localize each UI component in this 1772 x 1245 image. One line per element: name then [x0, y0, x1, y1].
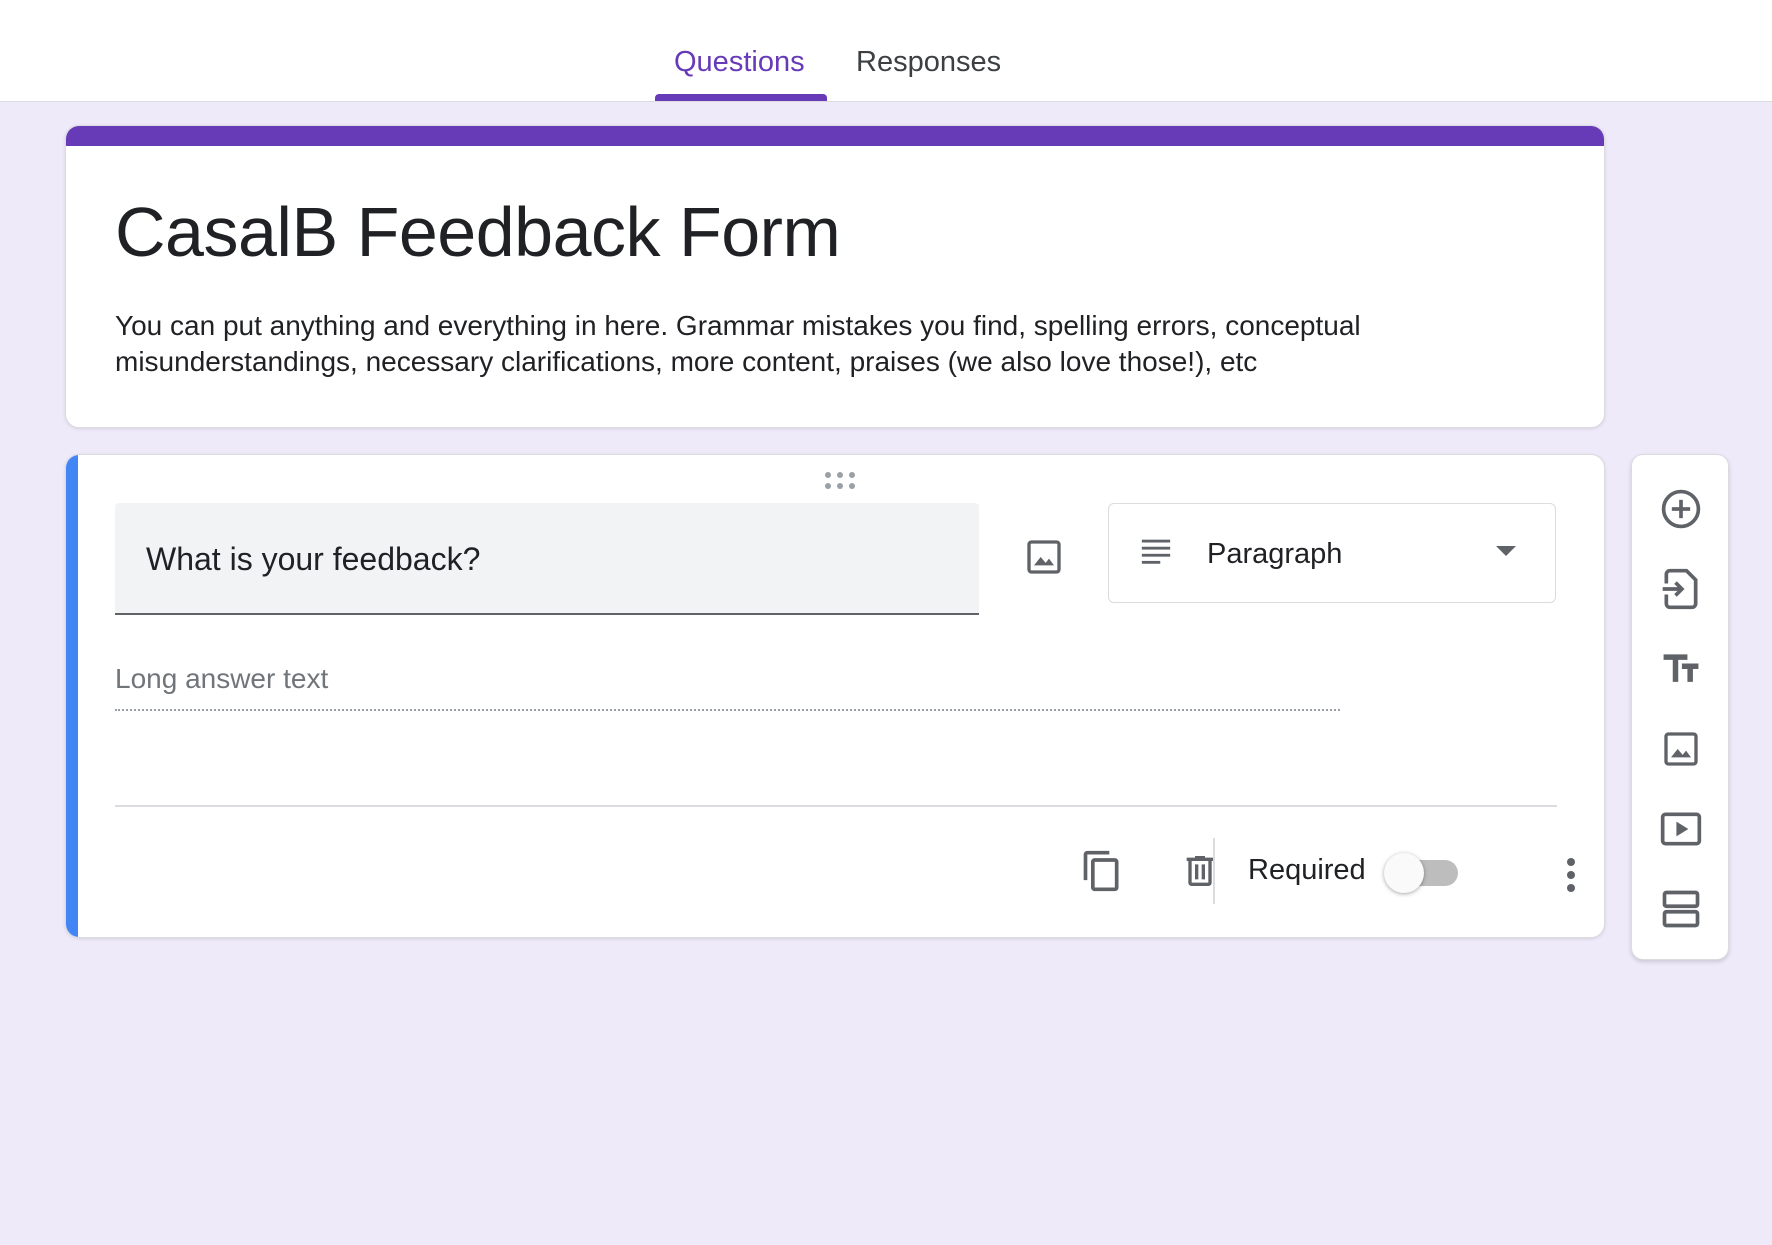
floating-toolbar	[1631, 454, 1729, 960]
question-type-label: Paragraph	[1207, 538, 1343, 570]
add-video-icon	[1660, 812, 1702, 846]
add-title-description-button[interactable]	[1649, 637, 1713, 701]
delete-button[interactable]	[1166, 837, 1234, 905]
copy-icon	[1083, 850, 1119, 892]
add-section-icon	[1662, 890, 1700, 928]
question-type-dropdown[interactable]: Paragraph	[1108, 503, 1556, 603]
import-questions-button[interactable]	[1649, 557, 1713, 621]
drag-handle-icon[interactable]	[820, 469, 860, 491]
top-tab-bar: Questions Responses	[0, 0, 1772, 102]
active-tab-indicator	[655, 94, 827, 101]
answer-underline	[115, 709, 1340, 711]
add-section-button[interactable]	[1649, 877, 1713, 941]
image-icon	[1027, 540, 1061, 574]
add-title-icon	[1663, 654, 1699, 682]
question-title-text: What is your feedback?	[146, 541, 481, 577]
required-label: Required	[1248, 854, 1366, 886]
form-header-card[interactable]: CasalB Feedback Form You can put anythin…	[65, 125, 1605, 428]
tab-responses[interactable]: Responses	[856, 46, 1001, 79]
more-options-button[interactable]	[1546, 845, 1596, 905]
form-description[interactable]: You can put anything and everything in h…	[115, 308, 1535, 380]
add-image-to-question-button[interactable]	[1012, 525, 1076, 589]
required-toggle[interactable]	[1384, 851, 1462, 893]
paragraph-icon	[1141, 539, 1171, 564]
more-vert-icon	[1567, 858, 1575, 892]
add-image-button[interactable]	[1649, 717, 1713, 781]
question-footer-divider	[115, 805, 1557, 807]
add-image-icon	[1664, 732, 1698, 766]
toggle-thumb	[1384, 853, 1424, 893]
question-card[interactable]: What is your feedback? Paragraph Long an…	[65, 454, 1605, 938]
active-question-indicator	[66, 455, 78, 937]
question-title-field[interactable]: What is your feedback?	[115, 503, 979, 615]
duplicate-button[interactable]	[1068, 837, 1136, 905]
add-video-button[interactable]	[1649, 797, 1713, 861]
tab-questions[interactable]: Questions	[674, 46, 805, 79]
add-question-icon	[1661, 489, 1701, 529]
import-questions-icon	[1662, 568, 1698, 610]
chevron-down-icon	[1496, 546, 1516, 556]
long-answer-placeholder: Long answer text	[115, 663, 329, 694]
add-question-button[interactable]	[1649, 477, 1713, 541]
theme-color-strip	[66, 126, 1604, 146]
form-title[interactable]: CasalB Feedback Form	[115, 192, 841, 272]
footer-vertical-divider	[1213, 838, 1215, 904]
